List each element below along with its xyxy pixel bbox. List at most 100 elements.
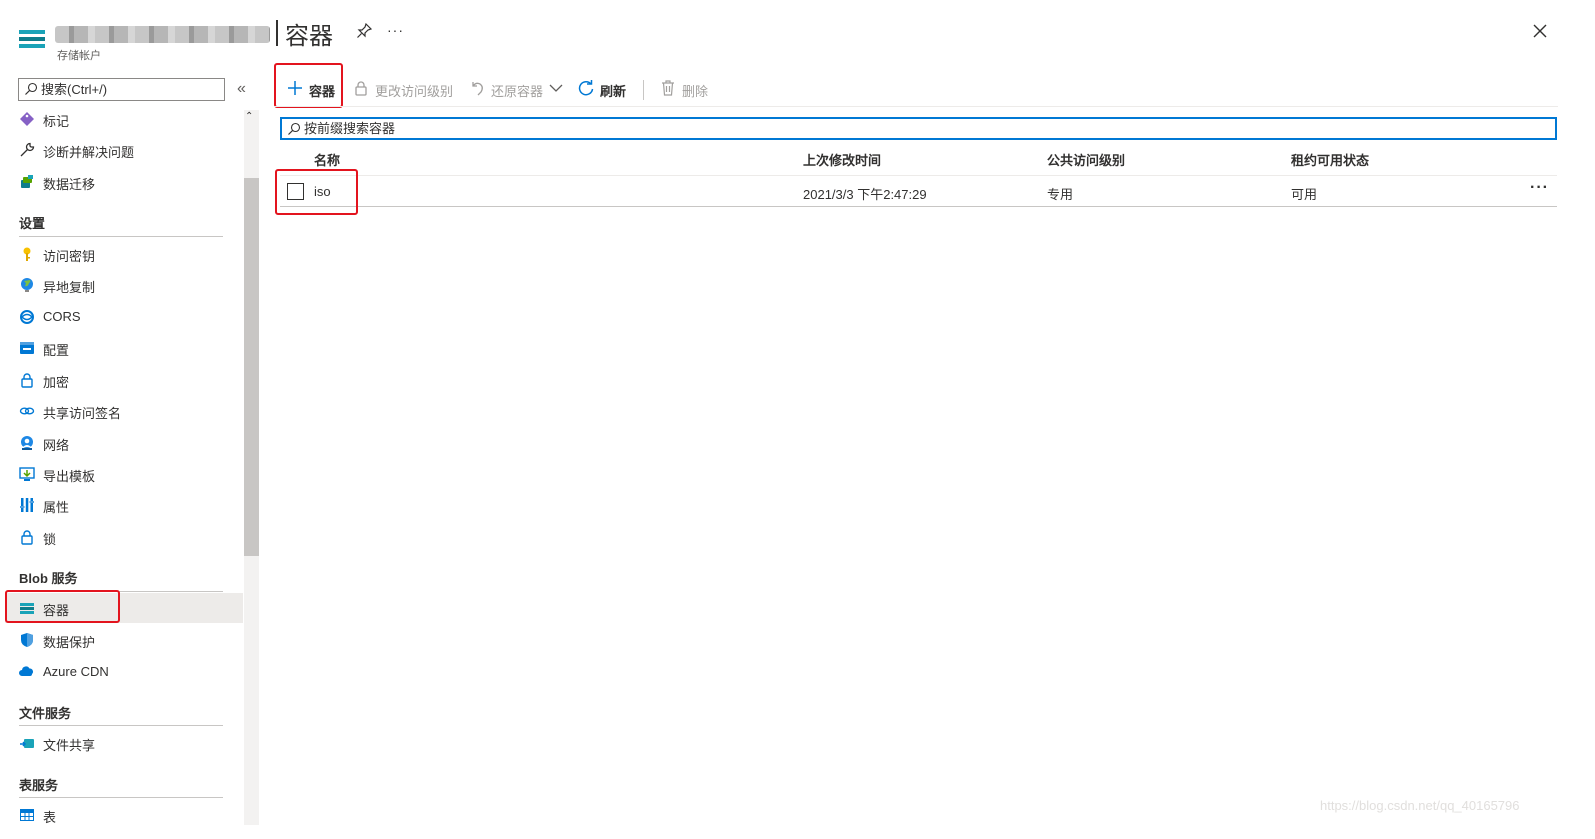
globe-icon [21,278,33,292]
network-icon [21,436,33,450]
cell-last-modified: 2021/3/3 下午2:47:29 [803,187,927,202]
properties-icon [20,498,34,512]
chevron-down-icon [549,84,563,92]
section-divider [19,725,223,726]
delete-label: 删除 [682,84,709,99]
data-migration-icon [21,175,33,188]
cell-lease-state: 可用 [1291,187,1318,202]
refresh-icon [578,80,594,96]
sidebar-item-shared-access-signature[interactable]: 共享访问签名 [5,396,243,426]
sidebar-item-label: 数据迁移 [43,177,96,192]
configuration-icon [20,342,34,354]
cell-public-access: 专用 [1047,187,1074,202]
sidebar-item-networking[interactable]: 网络 [5,428,243,458]
sidebar-item-tables[interactable]: 表 [5,800,243,830]
sidebar-item-configuration[interactable]: 配置 [5,333,243,363]
more-options-icon[interactable]: ··· [387,22,404,38]
section-header-settings: 设置 [19,216,46,231]
close-icon[interactable] [1531,22,1549,40]
sidebar-item-cors[interactable]: CORS [5,302,243,332]
collapse-sidebar-icon[interactable]: « [237,80,246,98]
sidebar-item-encryption[interactable]: 加密 [5,365,243,395]
row-more-options-icon[interactable]: ··· [1530,179,1549,197]
sidebar-item-label: 诊断并解决问题 [43,145,135,160]
sidebar-item-label: 加密 [43,375,70,390]
sidebar-search-input[interactable] [41,81,221,98]
blade-header: 存储帐户 容器 ··· [0,0,1595,64]
search-icon [288,122,301,135]
link-icon [19,407,35,415]
sidebar-item-label: Azure CDN [43,664,109,679]
header-divider [280,175,1557,176]
container-prefix-search[interactable] [280,117,1557,140]
container-search-input[interactable] [304,120,904,137]
page-title: 容器 [285,23,333,50]
tag-icon [20,112,34,126]
sidebar-item-label: 配置 [43,343,70,358]
sidebar-search[interactable] [18,78,225,101]
section-header-tables: 表服务 [19,778,59,793]
sidebar-item-data-migration[interactable]: 数据迁移 [5,167,243,197]
sidebar-item-label: 锁 [43,532,57,547]
sidebar-item-label: 表 [43,810,57,825]
lock-icon [355,81,367,96]
sidebar-item-label: 访问密钥 [43,249,96,264]
key-icon [23,247,31,261]
sidebar-item-label: 标记 [43,114,70,129]
cors-icon [20,310,34,324]
export-template-icon [19,467,35,481]
sidebar-item-file-shares[interactable]: 文件共享 [5,728,243,758]
wrench-icon [20,142,35,157]
sidebar-item-azure-cdn[interactable]: Azure CDN [5,657,243,687]
sidebar-item-geo-replication[interactable]: 异地复制 [5,270,243,300]
highlight-box-add-container [274,63,343,108]
title-separator [276,20,278,46]
watermark: https://blog.csdn.net/qq_40165796 [1320,798,1520,813]
section-divider [19,797,223,798]
refresh-label: 刷新 [600,84,627,99]
sidebar-item-locks[interactable]: 锁 [5,522,243,552]
change-access-level-label: 更改访问级别 [375,84,454,99]
section-divider [19,236,223,237]
highlight-box-iso-row [275,169,358,215]
sidebar-item-access-keys[interactable]: 访问密钥 [5,239,243,269]
sidebar-item-data-protection[interactable]: 数据保护 [5,625,243,655]
change-access-level-button[interactable]: 更改访问级别 [353,78,453,102]
restore-containers-button[interactable]: 还原容器 [469,78,565,102]
undo-icon [472,82,483,96]
column-header-name[interactable]: 名称 [314,150,340,169]
sidebar-scroll-thumb[interactable] [244,178,259,556]
scroll-up-icon[interactable]: ⌃ [245,111,253,122]
resource-type-subtitle: 存储帐户 [57,50,101,62]
delete-button[interactable]: 删除 [660,78,716,102]
sidebar-item-label: 文件共享 [43,738,96,753]
sidebar-item-tags[interactable]: 标记 [5,104,243,134]
highlight-box-containers-nav [5,590,120,623]
refresh-button[interactable]: 刷新 [578,78,634,102]
column-header-last-modified[interactable]: 上次修改时间 [803,150,881,169]
sidebar-item-label: CORS [43,309,81,324]
sidebar-item-label: 属性 [43,500,70,515]
sidebar-item-label: 导出模板 [43,469,96,484]
search-icon [25,82,38,95]
file-share-icon [20,739,34,748]
redacted-account-name [55,26,270,43]
pin-icon[interactable] [356,23,372,39]
sidebar-item-label: 网络 [43,438,70,453]
sidebar-item-label: 数据保护 [43,635,96,650]
toolbar-divider-line [274,106,1558,107]
sidebar-item-export-template[interactable]: 导出模板 [5,459,243,489]
sidebar-item-label: 共享访问签名 [43,406,122,421]
toolbar-divider [643,80,644,100]
cloud-icon [19,666,33,676]
trash-icon [662,80,674,96]
column-header-public-access[interactable]: 公共访问级别 [1047,150,1125,169]
column-header-lease-state[interactable]: 租约可用状态 [1291,150,1369,169]
sidebar-item-properties[interactable]: 属性 [5,490,243,520]
lock-icon [21,373,33,388]
sidebar-item-diagnose[interactable]: 诊断并解决问题 [5,135,243,165]
lock-icon [21,530,33,545]
table-icon [20,809,34,821]
section-header-blob: Blob 服务 [19,571,78,586]
restore-containers-label: 还原容器 [491,84,544,99]
